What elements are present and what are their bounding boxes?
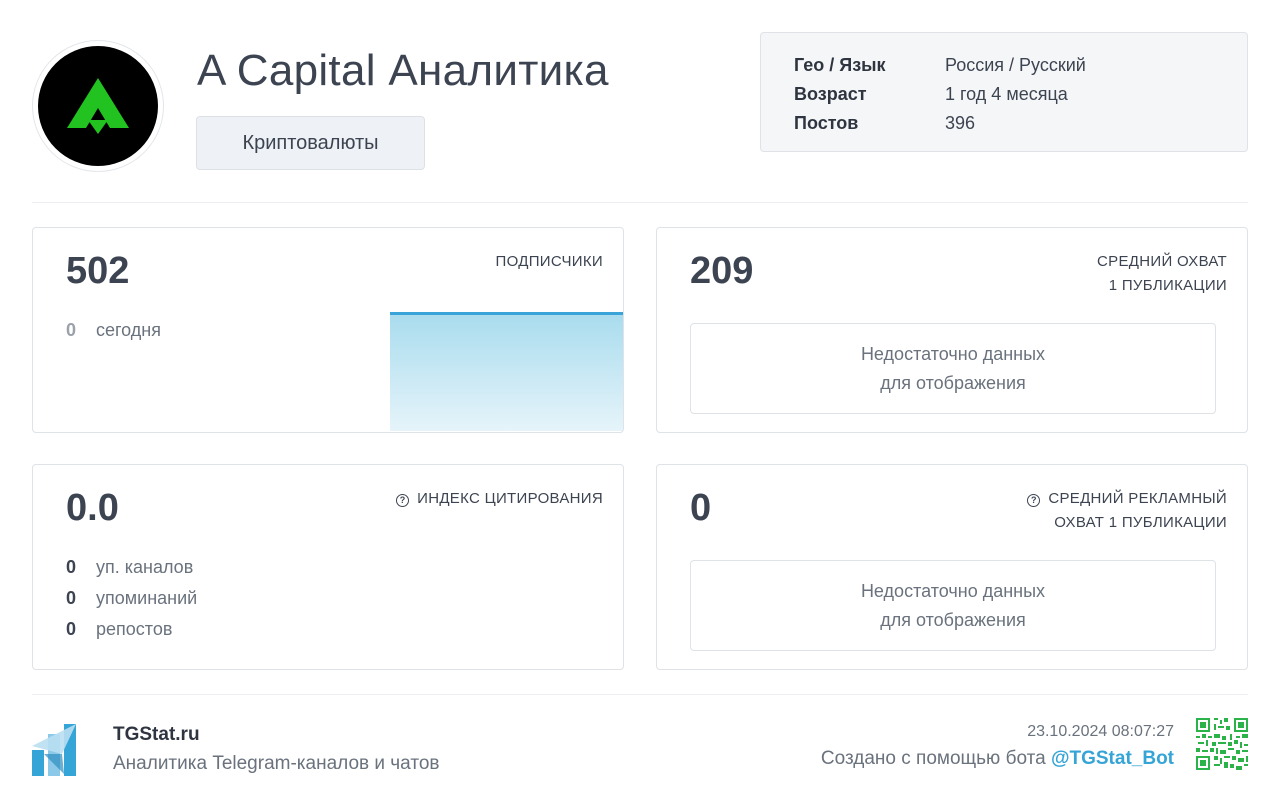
question-icon[interactable]: ? xyxy=(1027,494,1041,507)
stat-num: 0 xyxy=(66,619,77,639)
footer-created-by: Создано с помощью бота @TGStat_Bot xyxy=(821,748,1174,770)
channel-title: A Capital Аналитика xyxy=(197,46,609,95)
citation-value: 0.0 xyxy=(66,487,119,529)
subscribers-value: 502 xyxy=(66,250,130,292)
ad-reach-value: 0 xyxy=(690,487,712,529)
footer-tagline: Аналитика Telegram-каналов и чатов xyxy=(113,753,440,774)
subscribers-today: 0 сегодня xyxy=(66,320,161,341)
created-prefix: Создано с помощью бота xyxy=(820,748,1051,769)
question-icon[interactable]: ? xyxy=(396,494,410,507)
ad-reach-label-line1: СРЕДНИЙ РЕКЛАМНЫЙ xyxy=(1048,490,1227,507)
header-divider xyxy=(32,202,1248,203)
avg-reach-nodata: Недостаточно данных для отображения xyxy=(690,323,1216,414)
ad-reach-card: 0 ? СРЕДНИЙ РЕКЛАМНЫЙ ОХВАТ 1 ПУБЛИКАЦИИ … xyxy=(656,464,1248,670)
avg-reach-value: 209 xyxy=(690,250,754,292)
citation-card: 0.0 ? ИНДЕКС ЦИТИРОВАНИЯ 0 уп. каналов 0 … xyxy=(32,464,624,670)
info-key: Возраст xyxy=(794,84,867,104)
category-button[interactable]: Криптовалюты xyxy=(196,116,425,170)
nodata-line2: для отображения xyxy=(880,372,1026,393)
stat-channels: 0 уп. каналов xyxy=(66,557,193,578)
avg-reach-label: СРЕДНИЙ ОХВАТ 1 ПУБЛИКАЦИИ xyxy=(1097,250,1227,298)
nodata-line1: Недостаточно данных xyxy=(860,343,1046,364)
info-key: Постов xyxy=(794,113,859,133)
ad-reach-nodata: Недостаточно данных для отображения xyxy=(690,560,1216,651)
today-label: сегодня xyxy=(96,320,161,340)
info-row-age: Возраст 1 год 4 месяца xyxy=(794,80,1247,109)
avg-reach-label-line2: 1 ПУБЛИКАЦИИ xyxy=(1108,277,1227,294)
info-row-posts: Постов 396 xyxy=(794,109,1247,138)
citation-label-text: ИНДЕКС ЦИТИРОВАНИЯ xyxy=(417,490,603,507)
info-value: 396 xyxy=(945,113,976,133)
subscribers-label: ПОДПИСЧИКИ xyxy=(495,253,603,270)
tgstat-logo-icon xyxy=(32,724,88,776)
a-capital-logo-icon xyxy=(38,46,158,166)
citation-label: ? ИНДЕКС ЦИТИРОВАНИЯ xyxy=(396,487,603,511)
stat-mentions: 0 упоминаний xyxy=(66,588,197,609)
avg-reach-label-line1: СРЕДНИЙ ОХВАТ xyxy=(1097,253,1227,270)
stat-text: уп. каналов xyxy=(96,557,194,577)
subscribers-sparkline xyxy=(390,312,623,431)
footer-timestamp: 23.10.2024 08:07:27 xyxy=(1027,723,1174,740)
ad-reach-label: ? СРЕДНИЙ РЕКЛАМНЫЙ ОХВАТ 1 ПУБЛИКАЦИИ xyxy=(1027,487,1227,535)
nodata-line2: для отображения xyxy=(880,609,1026,630)
info-key: Гео / Язык xyxy=(794,55,886,75)
bot-link[interactable]: @TGStat_Bot xyxy=(1051,748,1174,769)
info-row-geo: Гео / Язык Россия / Русский xyxy=(794,51,1247,80)
avg-reach-card: 209 СРЕДНИЙ ОХВАТ 1 ПУБЛИКАЦИИ Недостато… xyxy=(656,227,1248,433)
subscribers-card: 502 ПОДПИСЧИКИ 0 сегодня xyxy=(32,227,624,433)
stat-num: 0 xyxy=(66,557,77,577)
footer-divider xyxy=(32,694,1248,695)
stat-num: 0 xyxy=(66,588,77,608)
nodata-line1: Недостаточно данных xyxy=(860,580,1046,601)
today-count: 0 xyxy=(66,320,77,340)
channel-info-panel: Гео / Язык Россия / Русский Возраст 1 го… xyxy=(760,32,1248,152)
info-value: Россия / Русский xyxy=(945,55,1086,75)
info-value: 1 год 4 месяца xyxy=(945,84,1068,104)
stat-text: упоминаний xyxy=(96,588,198,608)
ad-reach-label-line2: ОХВАТ 1 ПУБЛИКАЦИИ xyxy=(1054,514,1227,531)
stat-text: репостов xyxy=(96,619,173,639)
footer-brand: TGStat.ru xyxy=(113,724,200,745)
channel-avatar xyxy=(32,40,164,172)
stat-reposts: 0 репостов xyxy=(66,619,172,640)
qr-code-icon xyxy=(1196,718,1248,770)
